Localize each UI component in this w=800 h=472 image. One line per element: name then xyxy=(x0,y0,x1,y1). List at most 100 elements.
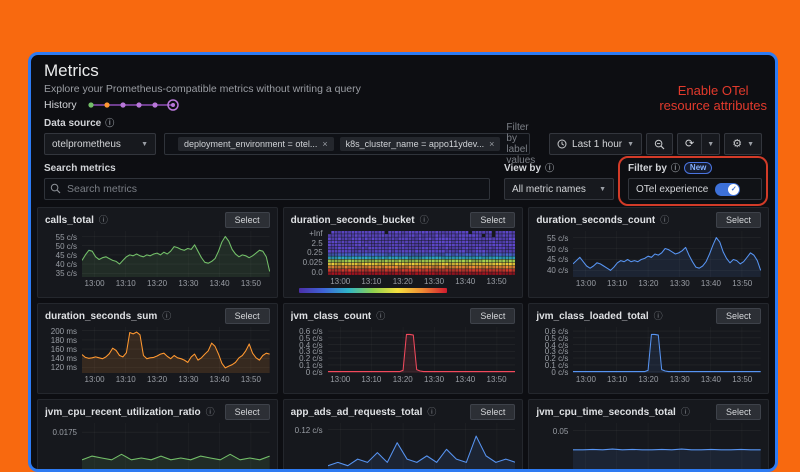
plot-column: 13:0013:1013:2013:3013:4013:50 xyxy=(573,327,761,389)
label-filters-box[interactable]: deployment_environment = otel... × k8s_c… xyxy=(164,133,530,155)
x-tick-label: 13:40 xyxy=(210,375,230,384)
chevron-down-icon: ▼ xyxy=(141,141,148,148)
panel-header: app_ads_ad_requests_total ⓘ Select xyxy=(291,404,516,420)
info-icon[interactable]: ⓘ xyxy=(654,312,663,321)
select-button[interactable]: Select xyxy=(225,404,270,420)
y-tick-label: 2.5 xyxy=(312,239,323,248)
line-chart xyxy=(573,231,761,277)
x-tick-label: 13:50 xyxy=(487,375,507,384)
plot-column: 13:0013:1013:2013:3013:4013:50 xyxy=(328,327,516,389)
search-input[interactable] xyxy=(44,178,490,200)
info-icon[interactable]: ⓘ xyxy=(660,216,669,225)
x-tick-label: 13:10 xyxy=(607,375,627,384)
y-tick-label: 0.12 c/s xyxy=(295,426,323,435)
new-badge: New xyxy=(684,162,712,174)
y-axis-labels: 0.6 c/s0.5 c/s0.4 c/s0.3 c/s0.2 c/s0.1 c… xyxy=(291,327,328,389)
toggle-knob xyxy=(728,184,739,195)
y-tick-label: 50 c/s xyxy=(547,245,568,254)
y-tick-label: 0.05 xyxy=(553,427,569,436)
panel-duration_seconds_count: duration_seconds_countⓘSelect55 c/s50 c/… xyxy=(528,207,769,298)
panel-title: app_ads_ad_requests_total xyxy=(291,407,423,418)
x-tick-label: 13:50 xyxy=(487,277,507,286)
info-icon[interactable]: ⓘ xyxy=(99,216,108,225)
view-by-select[interactable]: All metric names ▼ xyxy=(504,178,614,200)
refresh-interval-button[interactable]: ▼ xyxy=(701,133,720,155)
panel-body: 55 c/s50 c/s45 c/s40 c/s13:0013:1013:201… xyxy=(536,231,761,293)
y-axis-labels: 200 ms180 ms160 ms140 ms120 ms xyxy=(45,327,82,389)
panel-header: calls_totalⓘSelect xyxy=(45,212,270,228)
datasource-select[interactable]: otelprometheus ▼ xyxy=(44,133,156,155)
panel-body: 0.0513:0013:1013:2013:3013:4013:50 xyxy=(536,423,761,472)
line-chart xyxy=(82,231,270,277)
chevron-down-icon: ▼ xyxy=(599,186,606,193)
info-icon[interactable]: ⓘ xyxy=(681,408,690,417)
y-axis-labels: 55 c/s50 c/s45 c/s40 c/s35 c/s xyxy=(45,231,82,293)
y-axis-labels: 0.0175 xyxy=(45,423,82,472)
time-range-button[interactable]: Last 1 hour ▼ xyxy=(549,133,642,155)
filter-by-label: Filter by ⓘ New xyxy=(628,162,762,174)
page-title: Metrics xyxy=(44,61,762,81)
x-tick-label: 13:30 xyxy=(670,279,690,288)
select-button[interactable]: Select xyxy=(225,308,270,324)
x-tick-label: 13:50 xyxy=(241,279,261,288)
panel-title: jvm_cpu_recent_utilization_ratio xyxy=(45,407,201,418)
line-chart xyxy=(82,423,270,469)
refresh-button[interactable]: ⟳ xyxy=(677,133,701,155)
close-icon[interactable]: × xyxy=(322,139,327,149)
x-tick-label: 13:00 xyxy=(576,375,596,384)
info-icon[interactable]: ⓘ xyxy=(545,164,554,173)
panel-header: jvm_class_count ⓘ Select xyxy=(291,308,516,324)
x-tick-label: 13:00 xyxy=(85,279,105,288)
y-tick-label: 0.0175 xyxy=(53,428,77,437)
y-axis-labels: +Inf2.50.250.0250.0 xyxy=(291,231,328,287)
filter-by-column: Filter by ⓘ New OTel experience xyxy=(628,162,762,200)
x-tick-label: 13:10 xyxy=(607,279,627,288)
datasource-value: otelprometheus xyxy=(52,139,121,150)
line-chart xyxy=(328,423,516,469)
x-tick-label: 13:30 xyxy=(424,375,444,384)
y-tick-label: 50 c/s xyxy=(56,242,77,251)
otel-experience-toggle[interactable]: OTel experience xyxy=(628,178,762,200)
zoom-out-button[interactable] xyxy=(646,133,673,155)
info-icon[interactable]: ⓘ xyxy=(427,408,436,417)
panel-title: jvm_class_count xyxy=(291,311,372,322)
select-button[interactable]: Select xyxy=(716,212,761,228)
info-icon[interactable]: ⓘ xyxy=(162,312,171,321)
panel-title: jvm_cpu_time_seconds_total xyxy=(536,407,676,418)
select-button[interactable]: Select xyxy=(470,212,515,228)
x-tick-label: 13:00 xyxy=(85,375,105,384)
heatmap-colorbar xyxy=(299,288,447,293)
select-button[interactable]: Select xyxy=(716,308,761,324)
info-icon[interactable]: ⓘ xyxy=(420,216,429,225)
view-by-label: View by ⓘ xyxy=(504,162,614,174)
toggle-switch[interactable] xyxy=(715,183,740,196)
select-button[interactable]: Select xyxy=(225,212,270,228)
info-icon[interactable]: ⓘ xyxy=(671,164,680,173)
panel-header: duration_seconds_sumⓘSelect xyxy=(45,308,270,324)
select-button[interactable]: Select xyxy=(470,308,515,324)
select-button[interactable]: Select xyxy=(470,404,515,420)
filter-chip[interactable]: deployment_environment = otel... × xyxy=(178,137,334,151)
chart-plot-area xyxy=(82,327,270,373)
close-icon[interactable]: × xyxy=(489,139,494,149)
y-tick-label: 40 c/s xyxy=(56,260,77,269)
x-axis-labels: 13:0013:1013:2013:3013:4013:50 xyxy=(328,373,516,385)
time-range-value: Last 1 hour xyxy=(572,139,622,150)
chevron-down-icon: ▼ xyxy=(707,141,714,148)
info-icon[interactable]: ⓘ xyxy=(105,119,114,128)
panel-body: 0.12 c/s13:0013:1013:2013:3013:4013:50 xyxy=(291,423,516,472)
info-icon[interactable]: ⓘ xyxy=(376,312,385,321)
filter-chip[interactable]: k8s_cluster_name = appo11ydev... × xyxy=(340,137,501,151)
history-graph[interactable] xyxy=(85,98,185,112)
settings-button[interactable]: ⚙ ▼ xyxy=(724,133,762,155)
panel-jvm_cpu_recent_utilization_ratio: jvm_cpu_recent_utilization_ratio ⓘ Select 0… xyxy=(37,399,278,472)
x-tick-label: 13:40 xyxy=(210,279,230,288)
select-button[interactable]: Select xyxy=(716,404,761,420)
line-chart xyxy=(573,423,761,469)
clock-icon xyxy=(557,139,567,149)
panel-body: 200 ms180 ms160 ms140 ms120 ms13:0013:10… xyxy=(45,327,270,389)
info-icon[interactable]: ⓘ xyxy=(206,408,215,417)
plot-column: 13:0013:1013:2013:3013:4013:50 xyxy=(328,231,516,287)
plot-column: 13:0013:1013:2013:3013:4013:50 xyxy=(573,231,761,293)
panel-body: 0.6 c/s0.5 c/s0.4 c/s0.3 c/s0.2 c/s0.1 c… xyxy=(536,327,761,389)
